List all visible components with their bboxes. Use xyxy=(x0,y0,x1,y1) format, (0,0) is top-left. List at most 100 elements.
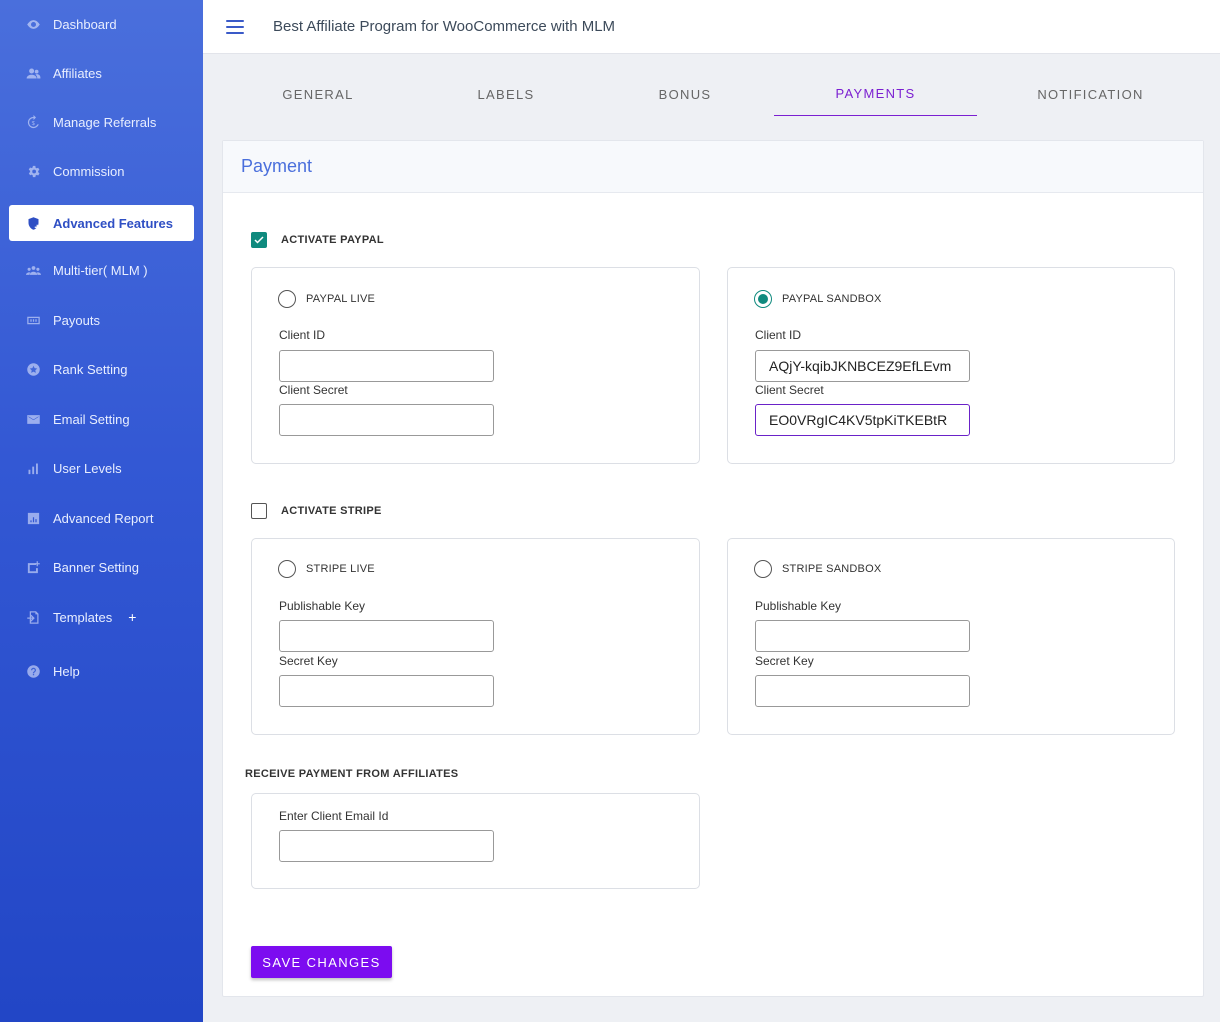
card-title: Payment xyxy=(223,141,1203,193)
report-icon xyxy=(25,510,41,526)
sidebar-item-help[interactable]: Help xyxy=(0,653,203,689)
activate-stripe-label: ACTIVATE STRIPE xyxy=(281,505,382,517)
paypal-sandbox-radio[interactable] xyxy=(754,290,772,308)
star-badge-icon xyxy=(25,361,41,377)
sidebar: Dashboard Affiliates $ Manage Referrals … xyxy=(0,0,203,1022)
paypal-sandbox-box: PAYPAL SANDBOX Client ID Client Secret xyxy=(727,267,1175,464)
template-icon xyxy=(25,609,41,625)
sidebar-item-manage-referrals[interactable]: $ Manage Referrals xyxy=(0,104,203,140)
stripe-live-box: STRIPE LIVE Publishable Key Secret Key xyxy=(251,538,700,735)
group-icon xyxy=(25,262,41,278)
settings-tabs: GENERAL LABELS BONUS PAYMENTS NOTIFICATI… xyxy=(222,72,1204,116)
tab-general[interactable]: GENERAL xyxy=(222,72,414,116)
sidebar-item-templates[interactable]: Templates + xyxy=(0,599,203,635)
paypal-live-radio[interactable] xyxy=(278,290,296,308)
sidebar-item-dashboard[interactable]: Dashboard xyxy=(0,6,203,42)
sidebar-item-label: Commission xyxy=(53,163,125,179)
sidebar-item-rank-setting[interactable]: Rank Setting xyxy=(0,351,203,387)
menu-icon[interactable] xyxy=(226,19,244,34)
sidebar-item-label: Help xyxy=(53,663,80,679)
users-icon xyxy=(25,65,41,81)
bar-chart-icon xyxy=(25,460,41,476)
stripe-sandbox-box: STRIPE SANDBOX Publishable Key Secret Ke… xyxy=(727,538,1175,735)
paypal-sandbox-client-id-input[interactable] xyxy=(755,350,970,382)
activate-paypal-checkbox[interactable] xyxy=(251,232,267,248)
paypal-live-client-secret-input[interactable] xyxy=(279,404,494,436)
sidebar-item-banner-setting[interactable]: Banner Setting xyxy=(0,549,203,585)
envelope-icon xyxy=(25,411,41,427)
sidebar-item-label: Dashboard xyxy=(53,16,117,32)
client-email-label: Enter Client Email Id xyxy=(279,809,389,823)
sidebar-item-affiliates[interactable]: Affiliates xyxy=(0,55,203,91)
tab-notification[interactable]: NOTIFICATION xyxy=(977,72,1204,116)
shield-plus-icon xyxy=(25,215,41,231)
sidebar-item-label: Payouts xyxy=(53,312,100,328)
paypal-live-option: PAYPAL LIVE xyxy=(278,290,375,308)
gear-icon xyxy=(25,163,41,179)
stripe-sandbox-secret-key-input[interactable] xyxy=(755,675,970,707)
help-icon xyxy=(25,663,41,679)
refresh-dollar-icon: $ xyxy=(25,114,41,130)
sidebar-item-label: Advanced Features xyxy=(53,215,173,231)
sidebar-item-label: Affiliates xyxy=(53,65,102,81)
sidebar-item-label: Email Setting xyxy=(53,411,130,427)
eye-icon xyxy=(25,16,41,32)
stripe-live-option: STRIPE LIVE xyxy=(278,560,375,578)
svg-text:$: $ xyxy=(31,121,35,127)
paypal-live-label: PAYPAL LIVE xyxy=(306,293,376,305)
activate-paypal-label: ACTIVATE PAYPAL xyxy=(281,234,384,246)
sidebar-item-commission[interactable]: Commission xyxy=(0,153,203,189)
sidebar-item-label: Rank Setting xyxy=(53,361,128,377)
expand-icon[interactable]: + xyxy=(128,609,136,625)
stripe-sandbox-option: STRIPE SANDBOX xyxy=(754,560,881,578)
sidebar-item-label: Banner Setting xyxy=(53,559,140,575)
check-icon xyxy=(254,236,264,244)
stripe-live-publishable-key-input[interactable] xyxy=(279,620,494,652)
stripe-live-secret-key-input[interactable] xyxy=(279,675,494,707)
activate-stripe-checkbox[interactable] xyxy=(251,503,267,519)
tab-bonus[interactable]: BONUS xyxy=(598,72,772,116)
publishable-key-label: Publishable Key xyxy=(279,599,366,613)
paypal-live-client-id-input[interactable] xyxy=(279,350,494,382)
top-bar: Best Affiliate Program for WooCommerce w… xyxy=(203,0,1220,54)
paypal-sandbox-label: PAYPAL SANDBOX xyxy=(782,293,882,305)
stripe-live-radio[interactable] xyxy=(278,560,296,578)
paypal-sandbox-option: PAYPAL SANDBOX xyxy=(754,290,882,308)
activate-stripe-row: ACTIVATE STRIPE xyxy=(251,503,382,519)
sidebar-item-label: User Levels xyxy=(53,460,122,476)
client-id-label: Client ID xyxy=(279,328,326,342)
sidebar-item-label: Templates xyxy=(53,609,113,625)
sidebar-item-label: Multi-tier( MLM ) xyxy=(53,262,148,278)
save-changes-button[interactable]: SAVE CHANGES xyxy=(251,946,392,978)
sidebar-item-email-setting[interactable]: Email Setting xyxy=(0,401,203,437)
sidebar-item-label: Advanced Report xyxy=(53,510,154,526)
tab-payments[interactable]: PAYMENTS xyxy=(774,72,977,116)
receive-payment-box: Enter Client Email Id xyxy=(251,793,700,889)
sidebar-item-advanced-features[interactable]: Advanced Features xyxy=(9,205,194,241)
client-id-label: Client ID xyxy=(755,328,802,342)
stripe-sandbox-label: STRIPE SANDBOX xyxy=(782,563,882,575)
stripe-live-label: STRIPE LIVE xyxy=(306,563,375,575)
stripe-sandbox-radio[interactable] xyxy=(754,560,772,578)
sidebar-item-user-levels[interactable]: User Levels xyxy=(0,450,203,486)
client-secret-label: Client Secret xyxy=(279,383,348,397)
banner-icon xyxy=(25,559,41,575)
paypal-live-box: PAYPAL LIVE Client ID Client Secret xyxy=(251,267,700,464)
secret-key-label: Secret Key xyxy=(279,654,338,668)
stripe-sandbox-publishable-key-input[interactable] xyxy=(755,620,970,652)
sidebar-item-label: Manage Referrals xyxy=(53,114,157,130)
money-icon xyxy=(25,312,41,328)
sidebar-item-payouts[interactable]: Payouts xyxy=(0,302,203,338)
secret-key-label: Secret Key xyxy=(755,654,814,668)
client-secret-label: Client Secret xyxy=(755,383,824,397)
client-email-input[interactable] xyxy=(279,830,494,862)
sidebar-item-multi-tier[interactable]: Multi-tier( MLM ) xyxy=(0,252,203,288)
receive-payment-title: RECEIVE PAYMENT FROM AFFILIATES xyxy=(245,768,459,780)
sidebar-item-advanced-report[interactable]: Advanced Report xyxy=(0,500,203,536)
payment-card: Payment ACTIVATE PAYPAL PAYPAL LIVE Clie… xyxy=(222,140,1204,997)
activate-paypal-row: ACTIVATE PAYPAL xyxy=(251,232,384,248)
tab-labels[interactable]: LABELS xyxy=(414,72,598,116)
paypal-sandbox-client-secret-input[interactable] xyxy=(755,404,970,436)
app-title: Best Affiliate Program for WooCommerce w… xyxy=(273,18,616,35)
publishable-key-label: Publishable Key xyxy=(755,599,842,613)
